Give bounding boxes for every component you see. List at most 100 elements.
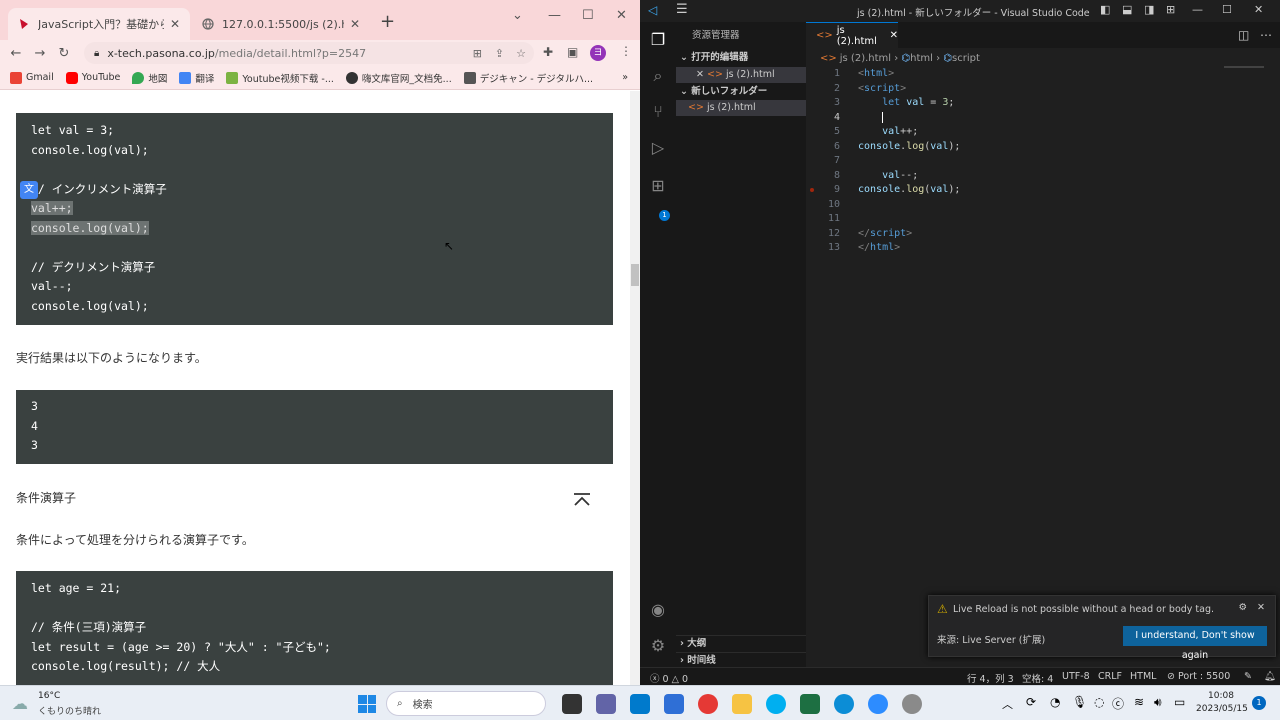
scroll-to-top-icon[interactable]: [573, 493, 591, 507]
side-panel-icon[interactable]: ▣: [567, 45, 578, 59]
bookmark-youtube[interactable]: YouTube: [65, 71, 120, 84]
language-mode[interactable]: HTML: [1130, 671, 1156, 682]
back-icon[interactable]: ←: [4, 46, 28, 61]
scrollbar-thumb[interactable]: [631, 264, 639, 286]
breadcrumb-item[interactable]: script: [952, 53, 980, 64]
close-tab-icon[interactable]: ✕: [350, 17, 360, 31]
breadcrumb-item[interactable]: html: [910, 53, 933, 64]
battery-icon[interactable]: ▭: [1174, 695, 1185, 709]
page-scrollbar[interactable]: [630, 91, 640, 685]
start-button-windows-icon[interactable]: [358, 695, 376, 713]
maximize-icon[interactable]: ☐: [1222, 3, 1232, 16]
temperature[interactable]: 16°C: [38, 691, 60, 701]
cursor-position[interactable]: 行 4，列 3: [967, 671, 1014, 685]
chevron-up-icon[interactable]: ︿: [1002, 696, 1013, 712]
bookmark-translate[interactable]: 翻译: [179, 71, 214, 85]
close-window-icon[interactable]: ✕: [616, 8, 627, 23]
share-icon[interactable]: ⇪: [495, 47, 504, 60]
clock-date[interactable]: 2023/05/15: [1196, 704, 1248, 714]
open-editors-section[interactable]: ⌄ 打开的编辑器: [676, 50, 806, 66]
tray-sync-icon[interactable]: ⟳: [1026, 695, 1036, 709]
file-explorer-icon[interactable]: [732, 694, 752, 714]
chat-icon[interactable]: [596, 694, 616, 714]
extensions-icon[interactable]: ⊞: [648, 176, 668, 196]
address-bar[interactable]: 🔒︎ x-tech.pasona.co.jp/media/detail.html…: [84, 42, 534, 64]
bookmark-star-icon[interactable]: ☆: [516, 47, 526, 60]
translate-icon[interactable]: ⊞: [473, 47, 482, 60]
split-editor-icon[interactable]: ◫: [1238, 28, 1249, 42]
file-item[interactable]: <> js (2).html: [676, 100, 806, 116]
settings-gear-icon[interactable]: ⚙: [1238, 602, 1247, 613]
feedback-icon[interactable]: ✎: [1244, 671, 1252, 682]
search-icon[interactable]: ⌕: [648, 66, 668, 86]
minimize-icon[interactable]: —: [548, 8, 561, 23]
browser-tab[interactable]: 127.0.0.1:5500/js (2).html ✕: [192, 8, 370, 40]
timeline-section[interactable]: › 时间线: [676, 652, 806, 668]
menu-hamburger-icon[interactable]: ☰: [676, 2, 688, 17]
explorer-icon[interactable]: ❐: [648, 30, 668, 50]
settings-gear-icon[interactable]: [902, 694, 922, 714]
wifi-icon[interactable]: ≋: [1134, 695, 1144, 709]
source-control-icon[interactable]: ⑂: [648, 102, 668, 122]
skype-icon[interactable]: [766, 694, 786, 714]
run-debug-icon[interactable]: ▷: [648, 138, 668, 158]
close-icon[interactable]: ✕: [696, 69, 704, 80]
folder-section[interactable]: ⌄ 新しいフォルダー: [676, 84, 806, 100]
extensions-icon[interactable]: ✚: [543, 45, 553, 59]
excel-icon[interactable]: [800, 694, 820, 714]
vscode-taskbar-icon[interactable]: [630, 694, 650, 714]
notification-badge[interactable]: 1: [1252, 696, 1266, 710]
encoding[interactable]: UTF-8: [1062, 671, 1090, 682]
minimize-icon[interactable]: —: [1192, 3, 1203, 16]
zoom-icon[interactable]: [868, 694, 888, 714]
understand-button[interactable]: I understand, Don't show again: [1123, 626, 1267, 661]
settings-gear-icon[interactable]: ⚙: [648, 636, 668, 656]
layout-icon[interactable]: ◧: [1100, 3, 1110, 16]
taskbar-search-box[interactable]: ⌕ 検索: [386, 691, 546, 716]
maximize-icon[interactable]: ☐: [582, 8, 594, 23]
open-editor-item[interactable]: ✕ <> js (2).html: [676, 67, 806, 83]
close-icon[interactable]: ✕: [1257, 602, 1265, 613]
volume-icon[interactable]: 🔊︎: [1154, 695, 1162, 710]
new-tab-icon[interactable]: +: [380, 11, 395, 32]
close-tab-icon[interactable]: ✕: [170, 17, 180, 31]
bookmark-wenku[interactable]: 嗨文库官网_文档免...: [345, 71, 452, 85]
bookmark-maps[interactable]: 地図: [132, 71, 167, 85]
more-actions-icon[interactable]: ⋯: [1260, 28, 1272, 42]
breadcrumb-item[interactable]: js (2).html: [840, 53, 891, 64]
tray-icon[interactable]: ◌: [1094, 695, 1104, 709]
code-editor[interactable]: 1 2 3 4 5 6 7 8 9 10 11 12 13 <html> <sc…: [806, 66, 1280, 626]
reload-icon[interactable]: ↻: [52, 46, 76, 61]
close-icon[interactable]: ✕: [890, 30, 898, 41]
problems-indicator[interactable]: ⓧ 0 △ 0: [650, 671, 688, 685]
minimap[interactable]: [1224, 66, 1264, 86]
browser-tab-active[interactable]: JavaScript入門？基礎から文法、サ ✕: [8, 8, 190, 40]
store-icon[interactable]: [664, 694, 684, 714]
bookmark-gmail[interactable]: Gmail: [10, 71, 54, 84]
layout-icon[interactable]: ⬓: [1122, 3, 1132, 16]
profile-avatar[interactable]: ヨ: [590, 45, 606, 61]
task-view-icon[interactable]: [562, 694, 582, 714]
menu-icon[interactable]: ⋮: [620, 44, 632, 58]
tray-icon[interactable]: ⓒ: [1112, 695, 1124, 712]
live-server-port[interactable]: ⊘ Port : 5500: [1167, 671, 1230, 682]
account-icon[interactable]: ◉: [648, 600, 668, 620]
breakpoint-icon[interactable]: [810, 188, 814, 192]
indentation[interactable]: 空格: 4: [1022, 671, 1053, 685]
weather-text[interactable]: くもりのち晴れ: [38, 704, 101, 717]
line-ending[interactable]: CRLF: [1098, 671, 1122, 682]
notifications-bell-icon[interactable]: 🔔︎: [1264, 671, 1276, 682]
translate-popup-icon[interactable]: 文: [20, 181, 38, 199]
chrome-icon[interactable]: [698, 694, 718, 714]
more-bookmarks-icon[interactable]: »: [622, 72, 628, 83]
bookmark-youtube-download[interactable]: Youtube视频下载 -...: [226, 71, 334, 85]
bookmark-digican[interactable]: デジキャン - デジタルハ...: [463, 71, 593, 85]
edge-icon[interactable]: [834, 694, 854, 714]
outline-section[interactable]: › 大纲: [676, 635, 806, 651]
forward-icon[interactable]: →: [28, 46, 52, 61]
close-window-icon[interactable]: ✕: [1254, 3, 1263, 16]
layout-icon[interactable]: ◨: [1144, 3, 1154, 16]
tab-search-icon[interactable]: ⌄: [512, 8, 523, 23]
customize-layout-icon[interactable]: ⊞: [1166, 3, 1175, 16]
editor-tab[interactable]: <> js (2).html ✕: [806, 22, 898, 48]
